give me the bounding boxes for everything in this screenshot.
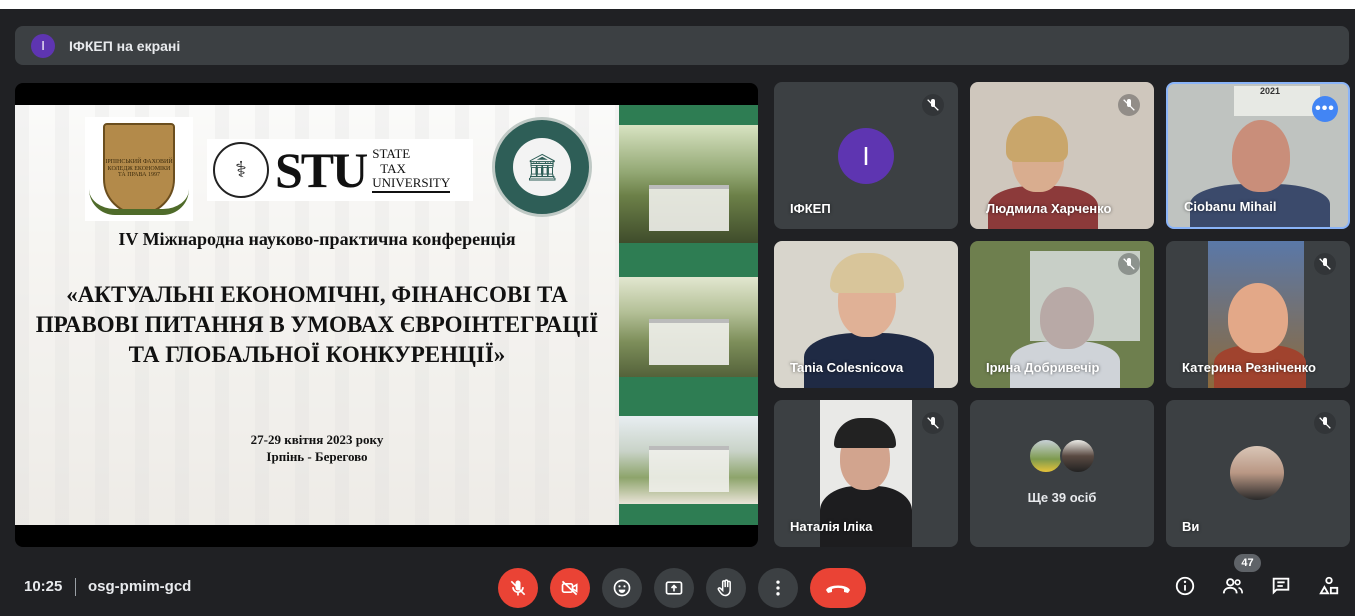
participant-name: Людмила Харченко: [986, 201, 1112, 216]
chat-icon: [1272, 577, 1290, 595]
participant-tile[interactable]: Tania Colesnicova: [774, 241, 958, 388]
clock: 10:25: [24, 578, 63, 595]
camera-toggle-button[interactable]: [550, 568, 590, 608]
mic-off-icon: [1314, 253, 1336, 275]
chat-button[interactable]: [1269, 574, 1293, 598]
participant-name: Ви: [1182, 519, 1200, 534]
mic-off-icon: [922, 94, 944, 116]
emoji-icon: [613, 579, 631, 597]
participant-tile[interactable]: І ІФКЕП: [774, 82, 958, 229]
participant-name: Катерина Резніченко: [1182, 360, 1316, 375]
self-avatar: [1230, 446, 1284, 500]
info-icon: [1175, 576, 1195, 596]
participants-count-badge: 47: [1234, 554, 1261, 572]
participant-tile[interactable]: Людмила Харченко: [970, 82, 1154, 229]
presentation-slide: ІРПІНСЬКИЙ ФАХОВИЙ КОЛЕДЖ ЕКОНОМІКИ ТА П…: [15, 105, 758, 525]
meeting-code[interactable]: osg-pmim-gcd: [88, 578, 191, 595]
campus-photo-2: [619, 277, 758, 377]
participant-tile[interactable]: Ірина Добривечір: [970, 241, 1154, 388]
reactions-button[interactable]: [602, 568, 642, 608]
people-icon: [1222, 578, 1243, 594]
participant-name: Tania Colesnicova: [790, 360, 904, 375]
mic-off-icon: [1314, 412, 1336, 434]
participant-tile-active[interactable]: 2021 ••• Ciobanu Mihail: [1166, 82, 1350, 229]
people-button[interactable]: [1221, 574, 1245, 598]
others-avatar: [1028, 438, 1064, 474]
more-options-icon: [776, 580, 780, 596]
more-options-icon[interactable]: •••: [1312, 96, 1338, 122]
laurel-icon: [89, 189, 189, 215]
mic-off-icon: [922, 412, 944, 434]
participant-tile[interactable]: Наталія Іліка: [774, 400, 958, 547]
raise-hand-icon: [717, 579, 731, 597]
campus-photo-1: [619, 125, 758, 243]
mic-toggle-button[interactable]: [498, 568, 538, 608]
bottom-bar: 10:25 osg-pmim-gcd 47: [0, 554, 1355, 616]
activities-button[interactable]: [1317, 574, 1341, 598]
others-tile[interactable]: Ще 39 осіб: [970, 400, 1154, 547]
college-logo: ІРПІНСЬКИЙ ФАХОВИЙ КОЛЕДЖ ЕКОНОМІКИ ТА П…: [85, 117, 193, 221]
mic-off-icon: [510, 580, 526, 596]
stu-logo-words: STATE TAX UNIVERSITY: [372, 145, 451, 194]
camera-off-icon: [561, 580, 578, 596]
presenting-text: ІФКЕП на екрані: [69, 37, 181, 54]
university-seal-logo: 🏛: [487, 117, 597, 217]
calendar-year: 2021: [1260, 86, 1281, 96]
top-strip: [0, 0, 1355, 9]
end-call-icon: [826, 585, 850, 593]
presenting-banner: І ІФКЕП на екрані: [15, 26, 1349, 65]
university-seal-ring: 🏛: [492, 117, 592, 217]
building-columns-icon: 🏛: [513, 138, 571, 196]
participant-name: Ciobanu Mihail: [1184, 199, 1277, 214]
stu-line-2: TAX: [380, 160, 406, 176]
participant-avatar: І: [838, 128, 894, 184]
divider: [75, 578, 76, 596]
participant-tile[interactable]: Катерина Резніченко: [1166, 241, 1350, 388]
participant-name: Ірина Добривечір: [986, 360, 1100, 375]
meeting-details-button[interactable]: [1173, 574, 1197, 598]
others-avatars: [1028, 438, 1096, 474]
stu-logo: ⚕ STU STATE TAX UNIVERSITY: [207, 139, 473, 201]
raise-hand-button[interactable]: [706, 568, 746, 608]
end-call-button[interactable]: [810, 568, 866, 608]
others-avatar: [1060, 438, 1096, 474]
conference-title: «АКТУАЛЬНІ ЕКОНОМІЧНІ, ФІНАНСОВІ ТА ПРАВ…: [35, 282, 599, 367]
slide-photo-column: [619, 105, 758, 525]
self-tile[interactable]: Ви: [1166, 400, 1350, 547]
caduceus-seal-icon: ⚕: [213, 142, 269, 198]
mic-off-icon: [1118, 94, 1140, 116]
presentation-stage[interactable]: ІРПІНСЬКИЙ ФАХОВИЙ КОЛЕДЖ ЕКОНОМІКИ ТА П…: [15, 83, 758, 547]
conference-date: 27-29 квітня 2023 року: [250, 432, 384, 447]
conference-date-place: 27-29 квітня 2023 року Ірпінь - Берегово: [15, 431, 619, 465]
present-icon: [665, 581, 683, 595]
participant-name: Наталія Іліка: [790, 519, 873, 534]
presenter-avatar: І: [31, 33, 55, 58]
conference-place: Ірпінь - Берегово: [266, 449, 368, 464]
college-logo-text: ІРПІНСЬКИЙ ФАХОВИЙ КОЛЕДЖ ЕКОНОМІКИ ТА П…: [105, 159, 173, 179]
stu-line-3: UNIVERSITY: [372, 175, 451, 191]
participant-name: ІФКЕП: [790, 201, 831, 216]
conference-subtitle: IV Міжнародна науково-практична конферен…: [118, 229, 516, 249]
present-button[interactable]: [654, 568, 694, 608]
stu-logo-letters: STU: [275, 142, 368, 198]
campus-photo-3: [619, 416, 758, 504]
activities-icon: [1319, 576, 1339, 595]
mic-off-icon: [1118, 253, 1140, 275]
more-options-button[interactable]: [758, 568, 798, 608]
others-count: Ще 39 осіб: [1027, 490, 1097, 505]
stu-line-1: STATE: [372, 145, 411, 161]
